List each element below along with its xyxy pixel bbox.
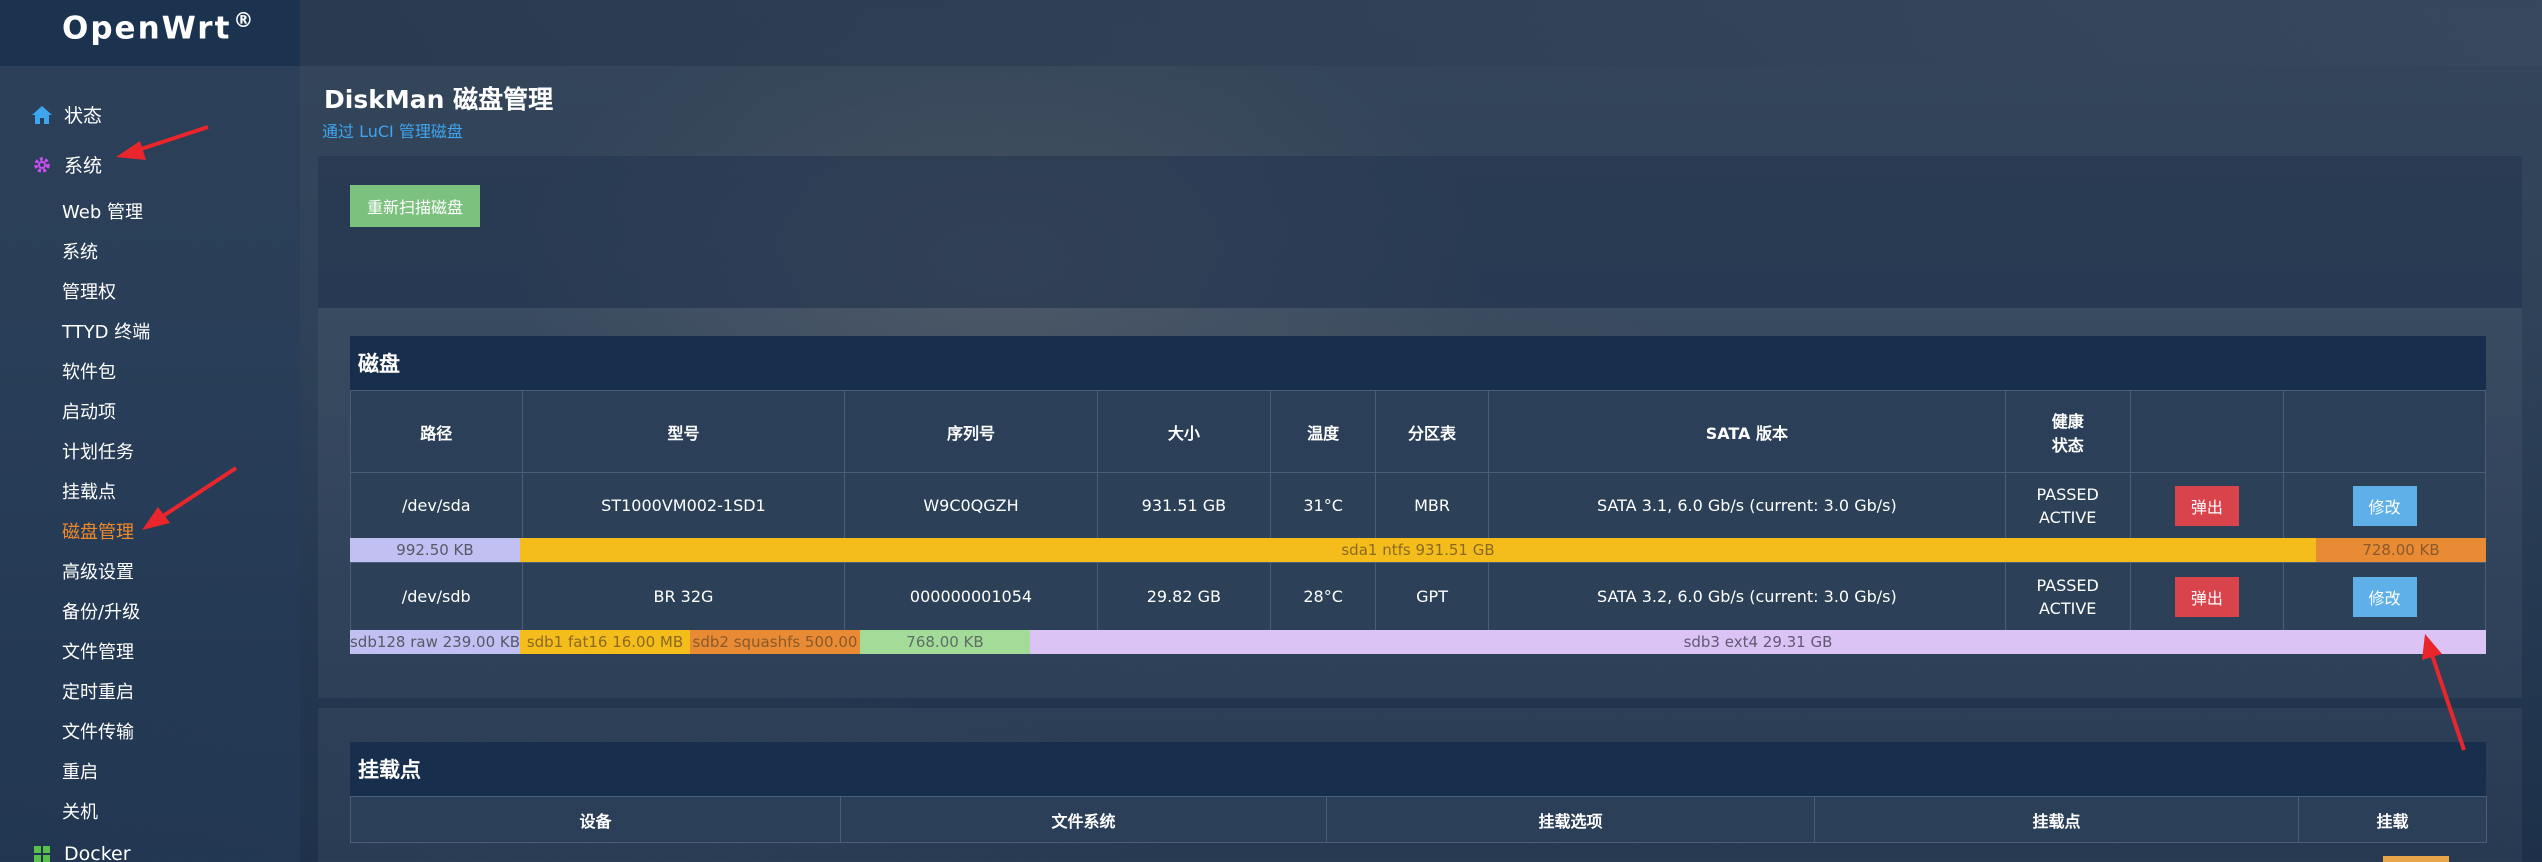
col-filesystem: 文件系统 [840, 796, 1327, 843]
sidebar-item-admin[interactable]: 管理权 [62, 278, 116, 304]
disk-sata: SATA 3.2, 6.0 Gb/s (current: 3.0 Gb/s) [1488, 562, 2006, 631]
disk-sata: SATA 3.1, 6.0 Gb/s (current: 3.0 Gb/s) [1488, 472, 2006, 539]
disk-model: ST1000VM002-1SD1 [521, 472, 846, 539]
eject-cell: 弹出 [2129, 472, 2285, 539]
partition-segment[interactable]: sdb2 squashfs 500.00 [690, 630, 860, 654]
sidebar-item-status-label: 状态 [64, 105, 103, 127]
sidebar-item-crontab[interactable]: 计划任务 [62, 438, 134, 464]
brand-logo[interactable]: OpenWrt ® [0, 0, 300, 66]
col-sata: SATA 版本 [1488, 390, 2006, 473]
sidebar-item-diskman[interactable]: 磁盘管理 [62, 518, 134, 544]
col-serial: 序列号 [844, 390, 1098, 473]
sidebar-item-system-label: 系统 [64, 155, 103, 177]
partition-bar-sdb: sdb128 raw 239.00 KB sdb1 fat16 16.00 MB… [350, 630, 2486, 654]
col-eject [2129, 390, 2285, 473]
col-partition-table: 分区表 [1375, 390, 1490, 473]
partition-segment[interactable]: sdb1 fat16 16.00 MB [520, 630, 690, 654]
table-row: /dev/sda ST1000VM002-1SD1 W9C0QGZH 931.5… [350, 472, 2486, 539]
mount-table-header: 设备 文件系统 挂载选项 挂载点 挂载 [350, 796, 2487, 843]
eject-button[interactable]: 弹出 [2174, 576, 2239, 617]
col-path: 路径 [350, 390, 523, 473]
rescan-disks-button[interactable]: 重新扫描磁盘 [350, 185, 480, 227]
partition-segment[interactable]: 728.00 KB [2316, 538, 2486, 562]
top-header [0, 0, 2542, 66]
docker-grid-icon [30, 842, 54, 862]
rescan-panel [318, 156, 2522, 308]
sidebar-item-advanced[interactable]: 高级设置 [62, 558, 134, 584]
partition-segment[interactable]: sdb128 raw 239.00 KB [350, 630, 520, 654]
disk-partition-table: MBR [1375, 472, 1490, 539]
disk-path: /dev/sdb [350, 562, 523, 631]
disk-partition-table: GPT [1375, 562, 1490, 631]
disk-size: 29.82 GB [1096, 562, 1272, 631]
partition-segment[interactable]: sda1 ntfs 931.51 GB [520, 538, 2316, 562]
disk-temp: 28°C [1270, 562, 1377, 631]
partition-segment[interactable]: 768.00 KB [860, 630, 1030, 654]
disk-serial: W9C0QGZH [844, 472, 1098, 539]
col-device: 设备 [350, 796, 841, 843]
sidebar-item-system-sub[interactable]: 系统 [62, 238, 98, 264]
partition-segment[interactable]: sdb3 ext4 29.31 GB [1030, 630, 2486, 654]
disk-temp: 31°C [1270, 472, 1377, 539]
edit-cell: 修改 [2283, 472, 2486, 539]
col-mountpoint: 挂载点 [1814, 796, 2299, 843]
edit-button[interactable]: 修改 [2352, 485, 2417, 526]
disk-section-title: 磁盘 [350, 336, 2486, 390]
gear-icon [30, 153, 54, 177]
sidebar-item-status[interactable]: 状态 [30, 101, 102, 128]
col-health: 健康 状态 [2004, 390, 2131, 473]
sidebar [0, 66, 300, 862]
disk-serial: 000000001054 [844, 562, 1098, 631]
sidebar-item-backup[interactable]: 备份/升级 [62, 598, 140, 624]
col-mount-action: 挂载 [2298, 796, 2487, 843]
mount-section-title: 挂载点 [350, 742, 2486, 796]
disk-model: BR 32G [521, 562, 846, 631]
col-size: 大小 [1096, 390, 1272, 473]
sidebar-item-startup[interactable]: 启动项 [62, 398, 116, 424]
edit-button[interactable]: 修改 [2352, 576, 2417, 617]
sidebar-item-autoreboot[interactable]: 定时重启 [62, 678, 134, 704]
disk-size: 931.51 GB [1096, 472, 1272, 539]
col-temp: 温度 [1270, 390, 1377, 473]
sidebar-item-system[interactable]: 系统 [30, 151, 102, 178]
mount-table: 设备 文件系统 挂载选项 挂载点 挂载 [350, 796, 2487, 843]
page-title: DiskMan 磁盘管理 [324, 85, 554, 114]
partition-bar-sda: 992.50 KB sda1 ntfs 931.51 GB 728.00 KB [350, 538, 2486, 562]
sidebar-item-docker[interactable]: Docker [30, 842, 131, 862]
brand-name: OpenWrt ® [62, 8, 256, 47]
col-model: 型号 [521, 390, 846, 473]
disk-health: PASSED ACTIVE [2004, 562, 2131, 631]
col-mount-options: 挂载选项 [1326, 796, 1815, 843]
home-icon [30, 103, 54, 127]
sidebar-item-shutdown[interactable]: 关机 [62, 798, 98, 824]
edit-cell: 修改 [2283, 562, 2486, 631]
sidebar-item-ttyd[interactable]: TTYD 终端 [62, 318, 150, 344]
sidebar-item-docker-label: Docker [64, 843, 131, 862]
sidebar-item-filemanager[interactable]: 文件管理 [62, 638, 134, 664]
sidebar-item-filetransfer[interactable]: 文件传输 [62, 718, 134, 744]
disk-table: 路径 型号 序列号 大小 温度 分区表 SATA 版本 健康 状态 /dev/s… [350, 390, 2486, 539]
disk-path: /dev/sda [350, 472, 523, 539]
disk-table-header: 路径 型号 序列号 大小 温度 分区表 SATA 版本 健康 状态 [350, 390, 2486, 473]
page-description: 通过 LuCI 管理磁盘 [322, 122, 463, 141]
sidebar-item-mountpoints[interactable]: 挂载点 [62, 478, 116, 504]
partition-segment[interactable]: 992.50 KB [350, 538, 520, 562]
col-edit [2283, 390, 2486, 473]
disk-health: PASSED ACTIVE [2004, 472, 2131, 539]
table-row: /dev/sdb BR 32G 000000001054 29.82 GB 28… [350, 562, 2486, 631]
sidebar-item-packages[interactable]: 软件包 [62, 358, 116, 384]
eject-cell: 弹出 [2129, 562, 2285, 631]
eject-button[interactable]: 弹出 [2174, 485, 2239, 526]
sidebar-item-web-admin[interactable]: Web 管理 [62, 198, 143, 224]
mount-button[interactable] [2383, 856, 2449, 862]
disk-table-sdb: /dev/sdb BR 32G 000000001054 29.82 GB 28… [350, 562, 2486, 631]
sidebar-item-reboot[interactable]: 重启 [62, 758, 98, 784]
